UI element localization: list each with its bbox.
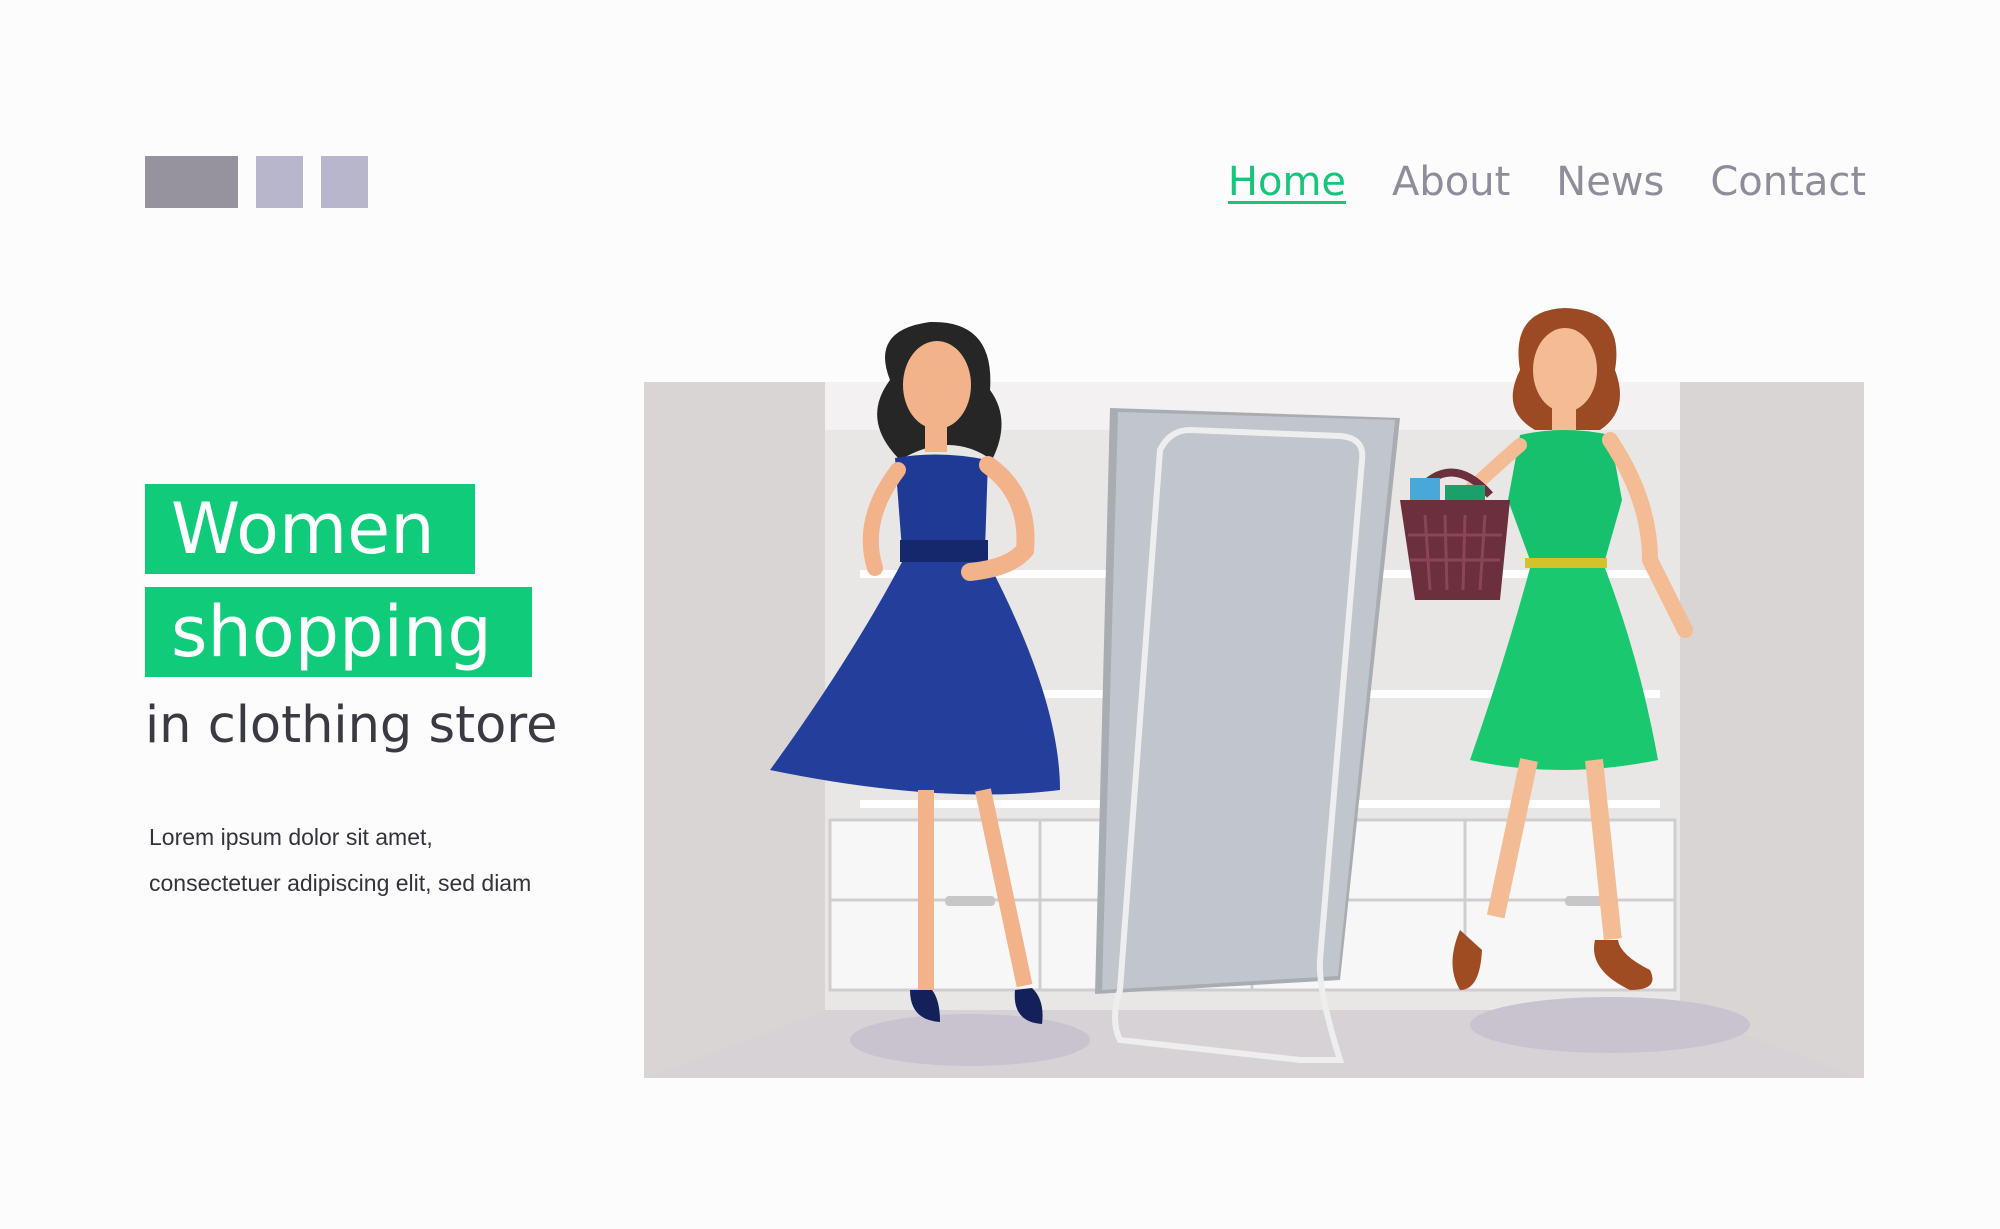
logo-block [256,156,303,208]
nav-contact-link[interactable]: Contact [1710,154,1866,210]
nav-about-link[interactable]: About [1392,154,1510,210]
hero-subtitle: in clothing store [145,696,558,755]
hero-body-text: Lorem ipsum dolor sit amet, consectetuer… [149,814,609,906]
hero-body-line: Lorem ipsum dolor sit amet, [149,824,433,850]
logo-block [321,156,368,208]
logo-block [145,156,238,208]
hero-title-line1: Women [145,484,475,574]
nav-news-link[interactable]: News [1556,154,1664,210]
main-nav: Home About News Contact [1228,154,1866,210]
nav-home-link[interactable]: Home [1228,154,1346,210]
hero-body-line: consectetuer adipiscing elit, sed diam [149,870,532,896]
fitting-room-illustration [644,308,1864,1078]
hero-title-line2: shopping [145,587,532,677]
hero-illustration [640,300,1880,1120]
room-left-wall [644,382,825,1078]
room-right-wall [1680,382,1864,1078]
